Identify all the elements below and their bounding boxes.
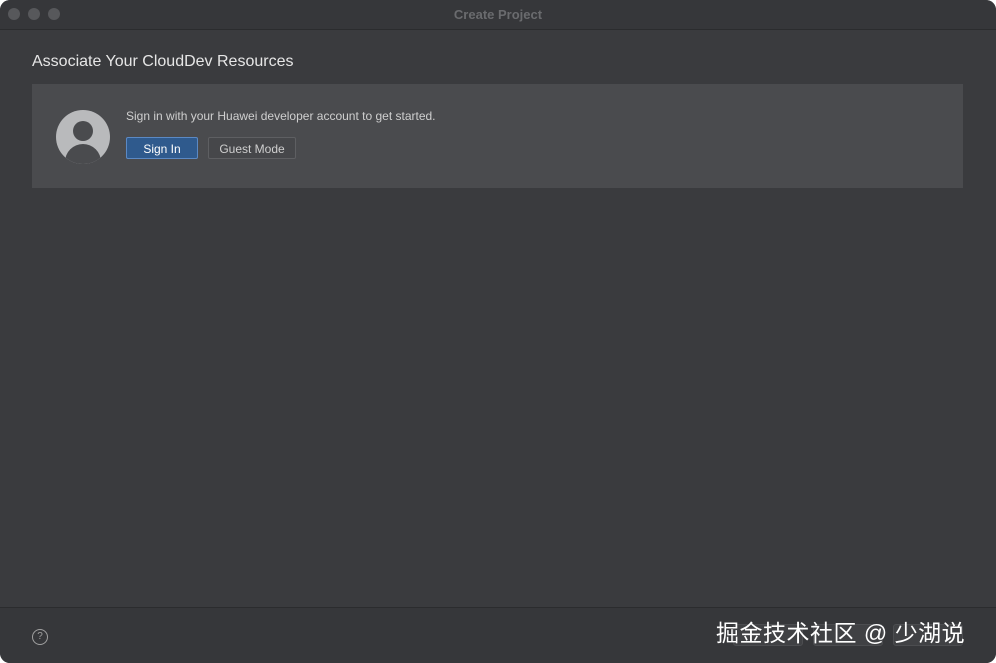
user-avatar-icon — [56, 110, 110, 164]
page-title: Associate Your CloudDev Resources — [32, 53, 294, 70]
window-title: Create Project — [453, 7, 543, 22]
guest-mode-button[interactable]: Guest Mode — [208, 137, 296, 159]
help-icon[interactable]: ? — [32, 629, 48, 645]
account-panel: Sign in with your Huawei developer accou… — [32, 84, 963, 188]
avatar-body — [65, 144, 101, 164]
watermark: 掘金技术社区 @ 少湖说 — [716, 620, 966, 646]
sign-in-prompt: Sign in with your Huawei developer accou… — [126, 109, 436, 123]
create-project-window: Create Project Associate Your CloudDev R… — [0, 0, 996, 663]
title-bar: Create Project — [0, 0, 996, 30]
sign-in-button[interactable]: Sign In — [126, 137, 198, 159]
avatar-head — [73, 121, 93, 141]
